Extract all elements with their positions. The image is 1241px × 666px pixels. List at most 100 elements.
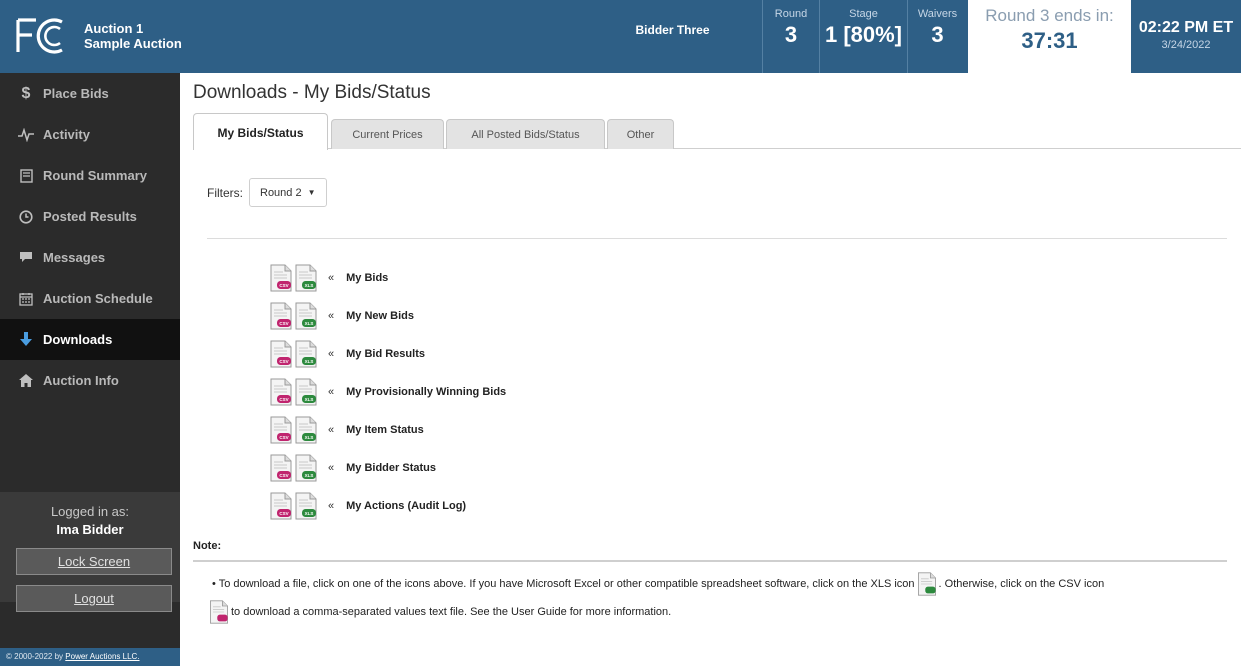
filters-label: Filters: (207, 185, 243, 200)
download-name: My Item Status (346, 424, 424, 436)
home-icon (18, 373, 34, 389)
csv-file-icon[interactable]: CSV (270, 340, 292, 368)
svg-text:CSV: CSV (279, 473, 288, 478)
svg-text:CSV: CSV (279, 397, 288, 402)
page-title: Downloads - My Bids/Status (193, 82, 431, 103)
caret-down-icon: ▼ (307, 188, 316, 197)
clock: 02:22 PM ET 3/24/2022 (1131, 0, 1241, 73)
sidebar-item-label: Auction Schedule (43, 291, 153, 306)
note-text-line2: to download a comma-separated values tex… (207, 600, 671, 624)
xls-file-icon[interactable]: XLS (295, 378, 317, 406)
download-arrow-icon (18, 332, 34, 348)
note-part2: . Otherwise, click on the CSV icon (938, 578, 1105, 590)
xls-file-icon[interactable]: XLS (295, 264, 317, 292)
round-stat: Round 3 (762, 0, 819, 73)
chevron-left-icon: « (328, 272, 335, 284)
sidebar-item-downloads[interactable]: Downloads (0, 319, 180, 360)
svg-text:XLS: XLS (305, 321, 314, 326)
csv-file-icon[interactable]: CSV (270, 378, 292, 406)
svg-text:XLS: XLS (305, 397, 314, 402)
logout-button[interactable]: Logout (16, 585, 172, 612)
round-timer: Round 3 ends in: 37:31 (968, 0, 1131, 73)
tab-other[interactable]: Other (607, 119, 674, 149)
csv-file-icon[interactable]: CSV (270, 454, 292, 482)
round-filter-value: Round 2 (260, 186, 302, 199)
note-divider (193, 560, 1227, 562)
xls-file-icon[interactable]: XLS (295, 492, 317, 520)
chevron-left-icon: « (328, 462, 335, 474)
stage-stat: Stage 1 [80%] (819, 0, 907, 73)
download-row: CSV XLS « My Actions (Audit Log) (270, 490, 466, 522)
chevron-left-icon: « (328, 310, 335, 322)
csv-file-icon[interactable]: CSV (270, 492, 292, 520)
fcc-logo (16, 18, 63, 54)
note-part3: to download a comma-separated values tex… (231, 606, 672, 618)
round-value: 3 (784, 22, 798, 47)
waivers-stat: Waivers 3 (907, 0, 967, 73)
tab-bar: My Bids/Status Current Prices All Posted… (180, 113, 1241, 150)
sidebar-item-label: Downloads (43, 332, 113, 347)
svg-text:CSV: CSV (279, 435, 288, 440)
auction-name: Auction 1 Sample Auction (84, 21, 182, 51)
lock-screen-button[interactable]: Lock Screen (16, 548, 172, 575)
tab-current-prices[interactable]: Current Prices (331, 119, 444, 149)
user-name: Ima Bidder (56, 522, 124, 537)
download-row: CSV XLS « My New Bids (270, 300, 414, 332)
sidebar-item-auction-schedule[interactable]: Auction Schedule (0, 278, 180, 319)
xls-file-icon[interactable] (917, 572, 937, 596)
tab-all-posted-bids-status[interactable]: All Posted Bids/Status (446, 119, 605, 149)
divider (207, 238, 1227, 239)
xls-file-icon[interactable]: XLS (295, 454, 317, 482)
csv-file-icon[interactable] (209, 600, 229, 624)
sidebar-item-messages[interactable]: Messages (0, 237, 180, 278)
csv-file-icon[interactable]: CSV (270, 416, 292, 444)
waivers-label: Waivers (917, 8, 958, 20)
note-text-line1: • To download a file, click on one of th… (212, 572, 1232, 596)
svg-text:CSV: CSV (279, 511, 288, 516)
pulse-icon (18, 127, 34, 143)
round-filter-dropdown[interactable]: Round 2 ▼ (249, 178, 327, 207)
bidder-name: Bidder Three (635, 23, 710, 37)
chevron-left-icon: « (328, 500, 335, 512)
top-header: Auction 1 Sample Auction Bidder Three Ro… (0, 0, 1241, 73)
logged-in-label: Logged in as: (50, 504, 130, 519)
timer-value: 37:31 (1021, 28, 1078, 53)
copyright-link[interactable]: Power Auctions LLC. (65, 652, 139, 661)
comment-icon (18, 250, 34, 266)
document-icon (18, 168, 34, 184)
xls-file-icon[interactable]: XLS (295, 416, 317, 444)
csv-file-icon[interactable]: CSV (270, 302, 292, 330)
sidebar-item-auction-info[interactable]: Auction Info (0, 360, 180, 401)
chevron-left-icon: « (328, 386, 335, 398)
clock-date: 3/24/2022 (1161, 39, 1211, 51)
xls-file-icon[interactable]: XLS (295, 340, 317, 368)
csv-file-icon[interactable]: CSV (270, 264, 292, 292)
download-name: My Bid Results (346, 348, 425, 360)
auction-subtitle: Sample Auction (84, 36, 182, 51)
download-name: My Bids (346, 272, 389, 284)
copyright-text: © 2000-2022 by (6, 652, 66, 661)
sidebar-item-label: Messages (43, 250, 106, 265)
tab-my-bids-status[interactable]: My Bids/Status (193, 113, 328, 150)
sidebar-item-label: Posted Results (43, 209, 137, 224)
sidebar-item-activity[interactable]: Activity (0, 114, 180, 155)
chevron-left-icon: « (328, 348, 335, 360)
sidebar-item-posted-results[interactable]: Posted Results (0, 196, 180, 237)
sidebar-item-place-bids[interactable]: $ Place Bids (0, 73, 180, 114)
auction-title: Auction 1 (84, 21, 144, 36)
download-row: CSV XLS « My Bid Results (270, 338, 425, 370)
clock-icon (18, 209, 34, 225)
xls-file-icon[interactable]: XLS (295, 302, 317, 330)
download-row: CSV XLS « My Provisionally Winning Bids (270, 376, 506, 408)
download-row: CSV XLS « My Bidder Status (270, 452, 436, 484)
sidebar-item-round-summary[interactable]: Round Summary (0, 155, 180, 196)
note-part1: • To download a file, click on one of th… (212, 578, 915, 590)
svg-text:XLS: XLS (305, 473, 314, 478)
svg-text:XLS: XLS (305, 359, 314, 364)
sidebar-item-label: Activity (43, 127, 90, 142)
download-row: CSV XLS « My Item Status (270, 414, 424, 446)
download-name: My Provisionally Winning Bids (346, 386, 507, 398)
svg-text:CSV: CSV (279, 321, 288, 326)
filters: Filters: Round 2 ▼ (207, 178, 327, 207)
waivers-value: 3 (931, 22, 944, 47)
